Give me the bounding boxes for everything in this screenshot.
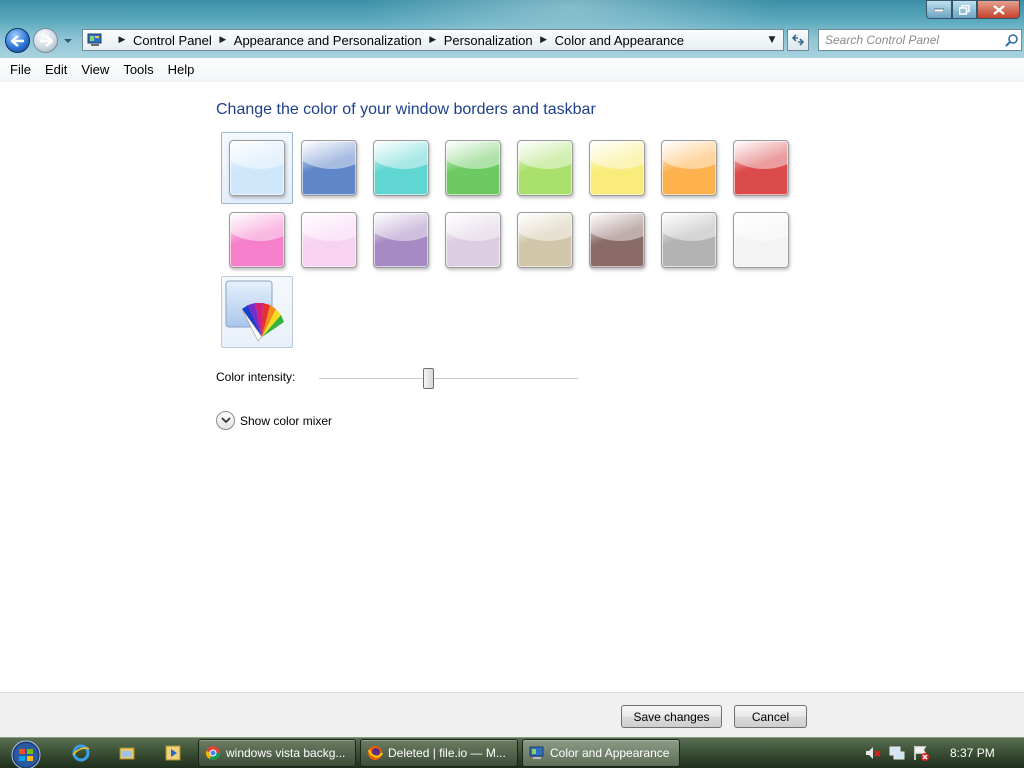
taskbar-item-label: Color and Appearance	[550, 746, 670, 760]
forward-arrow-icon	[39, 34, 53, 47]
taskbar-item[interactable]: windows vista backg...	[198, 739, 356, 767]
color-swatch-white[interactable]	[725, 204, 797, 276]
color-swatch-tile[interactable]	[373, 140, 429, 196]
forward-button[interactable]	[33, 28, 58, 53]
color-swatch-tile[interactable]	[589, 140, 645, 196]
color-swatch-red[interactable]	[725, 132, 797, 204]
firefox-icon	[367, 745, 388, 761]
color-intensity-label: Color intensity:	[216, 370, 296, 384]
color-swatch-green[interactable]	[437, 132, 509, 204]
color-swatch-tile[interactable]	[661, 212, 717, 268]
search-box[interactable]: Search Control Panel	[818, 29, 1022, 51]
menu-view[interactable]: View	[74, 62, 116, 77]
color-swatch-tile[interactable]	[373, 212, 429, 268]
color-swatch-tile[interactable]	[517, 140, 573, 196]
menu-edit[interactable]: Edit	[38, 62, 74, 77]
color-swatch-tile[interactable]	[301, 212, 357, 268]
color-swatch-pink[interactable]	[221, 204, 293, 276]
menu-bar: File Edit View Tools Help	[0, 58, 1024, 82]
taskbar-item[interactable]: Deleted | file.io — M...	[360, 739, 518, 767]
color-swatch-tile[interactable]	[589, 212, 645, 268]
color-swatch-tile[interactable]	[229, 140, 285, 196]
breadcrumb-arrow-icon[interactable]: ▶	[118, 35, 126, 45]
show-color-mixer-toggle[interactable]: Show color mixer	[216, 411, 332, 430]
taskbar-item-label: windows vista backg...	[226, 746, 346, 760]
color-fan-icon	[225, 280, 284, 342]
refresh-icon	[791, 34, 805, 46]
window-title-area: ▶ Control Panel ▶ Appearance and Persona…	[0, 0, 1024, 58]
chrome-icon	[205, 745, 226, 761]
color-swatch-tile[interactable]	[517, 212, 573, 268]
menu-file[interactable]: File	[3, 62, 38, 77]
dialog-button-bar: Save changes Cancel	[0, 692, 1024, 737]
color-swatch-gray[interactable]	[653, 204, 725, 276]
breadcrumb-personalization[interactable]: Personalization	[444, 33, 533, 48]
color-swatch-lime[interactable]	[509, 132, 581, 204]
window-controls	[926, 0, 1020, 19]
recent-pages-dropdown-icon[interactable]	[63, 36, 73, 46]
breadcrumb-appearance-personalization[interactable]: Appearance and Personalization	[234, 33, 422, 48]
cancel-button[interactable]: Cancel	[734, 705, 807, 728]
control-panel-icon	[529, 745, 550, 761]
breadcrumb-control-panel[interactable]: Control Panel	[133, 33, 212, 48]
color-swatch-tile[interactable]	[661, 140, 717, 196]
color-swatch-tile[interactable]	[301, 140, 357, 196]
restore-button[interactable]	[952, 0, 977, 19]
breadcrumb-arrow-icon[interactable]: ▶	[540, 35, 548, 45]
refresh-button[interactable]	[787, 29, 809, 51]
minimize-button[interactable]	[926, 0, 952, 19]
color-intensity-slider[interactable]	[319, 378, 578, 380]
breadcrumb-arrow-icon[interactable]: ▶	[429, 35, 437, 45]
action-center-flag-icon[interactable]	[912, 744, 930, 762]
volume-muted-icon[interactable]	[864, 744, 882, 762]
menu-help[interactable]: Help	[161, 62, 202, 77]
content-area: Change the color of your window borders …	[0, 82, 1024, 692]
color-swatch-teal[interactable]	[365, 132, 437, 204]
color-swatch-tile[interactable]	[445, 212, 501, 268]
color-swatch-default[interactable]	[221, 132, 293, 204]
minimize-icon	[934, 8, 944, 12]
color-swatch-lavender[interactable]	[437, 204, 509, 276]
menu-tools[interactable]: Tools	[116, 62, 160, 77]
color-swatch-sand[interactable]	[509, 204, 581, 276]
network-icon[interactable]	[888, 744, 906, 762]
color-swatch-yellow[interactable]	[581, 132, 653, 204]
save-changes-button[interactable]: Save changes	[621, 705, 722, 728]
close-button[interactable]	[977, 0, 1020, 19]
breadcrumb-color-appearance[interactable]: Color and Appearance	[555, 33, 684, 48]
restore-icon	[959, 4, 970, 15]
taskbar-item-label: Deleted | file.io — M...	[388, 746, 506, 760]
show-color-mixer-label[interactable]: Show color mixer	[240, 414, 332, 428]
color-swatch-violet[interactable]	[365, 204, 437, 276]
system-tray: 8:37 PM	[858, 738, 1024, 768]
control-panel-icon	[87, 33, 102, 46]
search-icon[interactable]	[1003, 31, 1021, 49]
color-swatch-tile[interactable]	[733, 212, 789, 268]
chevron-down-icon[interactable]	[216, 411, 235, 430]
color-swatch-brown[interactable]	[581, 204, 653, 276]
clock[interactable]: 8:37 PM	[950, 746, 995, 760]
internet-explorer-icon[interactable]	[72, 744, 90, 762]
start-button[interactable]	[6, 740, 46, 768]
folder-icon[interactable]	[118, 744, 136, 762]
back-arrow-icon	[10, 34, 24, 47]
media-player-icon[interactable]	[164, 744, 182, 762]
back-button[interactable]	[5, 28, 30, 53]
color-swatch-frost-pink[interactable]	[293, 204, 365, 276]
color-swatch-tile[interactable]	[445, 140, 501, 196]
address-dropdown-icon[interactable]: ▼	[763, 31, 781, 49]
taskbar-item[interactable]: Color and Appearance	[522, 739, 680, 767]
color-swatch-tile[interactable]	[733, 140, 789, 196]
address-bar[interactable]: ▶ Control Panel ▶ Appearance and Persona…	[82, 29, 784, 51]
close-icon	[992, 4, 1005, 15]
color-swatch-graphite-blue[interactable]	[293, 132, 365, 204]
color-swatch-tile[interactable]	[229, 212, 285, 268]
search-input[interactable]: Search Control Panel	[825, 33, 1003, 47]
color-intensity-slider-thumb[interactable]	[422, 368, 434, 389]
color-swatch-orange[interactable]	[653, 132, 725, 204]
breadcrumb-arrow-icon[interactable]: ▶	[219, 35, 227, 45]
page-title: Change the color of your window borders …	[216, 101, 596, 118]
custom-color-swatch[interactable]	[221, 276, 293, 348]
